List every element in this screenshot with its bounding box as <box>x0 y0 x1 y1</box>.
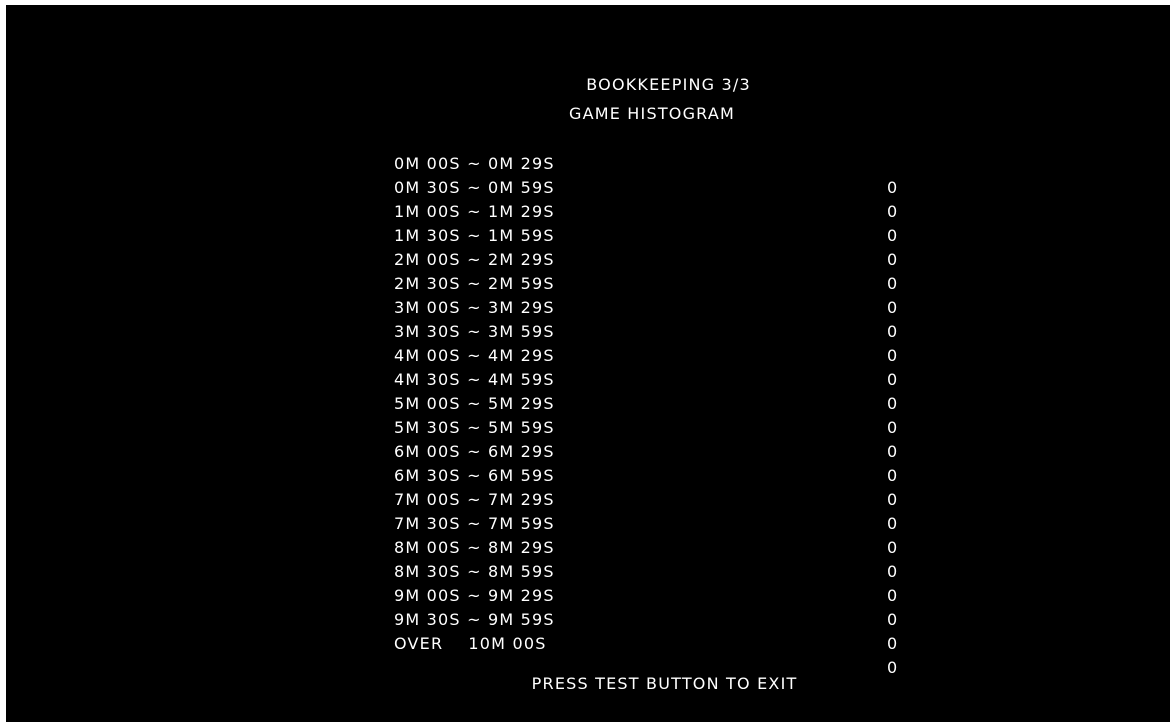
histogram-heading: GAME HISTOGRAM <box>568 104 736 123</box>
histogram-row: 2M 30S ~ 2M 59S 0 <box>394 248 904 317</box>
histogram-row: 4M 30S ~ 4M 59S 0 <box>394 344 904 413</box>
histogram-row: 1M 00S ~ 1M 29S 0 <box>394 176 904 245</box>
histogram-row: 0M 30S ~ 0M 59S 0 <box>394 152 904 221</box>
page-title: BOOKKEEPING 3/3 <box>586 75 751 94</box>
histogram-table: 0M 00S ~ 0M 29S 0 0M 30S ~ 0M 59S 0 1M 0… <box>394 128 904 677</box>
histogram-row: 9M 30S ~ 9M 59S 0 <box>394 584 904 653</box>
row-count: 0 <box>887 634 899 653</box>
histogram-row: 8M 00S ~ 8M 29S 0 <box>394 512 904 581</box>
histogram-row: 5M 00S ~ 5M 29S 0 <box>394 368 904 437</box>
histogram-row: 7M 30S ~ 7M 59S 0 <box>394 488 904 557</box>
histogram-row: 4M 00S ~ 4M 29S 0 <box>394 320 904 389</box>
histogram-row: 5M 30S ~ 5M 59S 0 <box>394 392 904 461</box>
exit-instruction-line: PRESS TEST BUTTON TO EXIT <box>6 655 1170 712</box>
exit-instruction: PRESS TEST BUTTON TO EXIT <box>531 674 798 693</box>
histogram-row: 6M 30S ~ 6M 59S 0 <box>394 440 904 509</box>
histogram-row: 3M 00S ~ 3M 29S 0 <box>394 272 904 341</box>
histogram-row: 6M 00S ~ 6M 29S 0 <box>394 416 904 485</box>
histogram-row: 9M 00S ~ 9M 29S 0 <box>394 560 904 629</box>
histogram-row: 2M 00S ~ 2M 29S 0 <box>394 224 904 293</box>
histogram-row: 3M 30S ~ 3M 59S 0 <box>394 296 904 365</box>
histogram-row: 8M 30S ~ 8M 59S 0 <box>394 536 904 605</box>
histogram-heading-line: GAME HISTOGRAM <box>6 104 1170 123</box>
histogram-row: 1M 30S ~ 1M 59S 0 <box>394 200 904 269</box>
histogram-row: 0M 00S ~ 0M 29S 0 <box>394 128 904 197</box>
histogram-row: 7M 00S ~ 7M 29S 0 <box>394 464 904 533</box>
bookkeeping-screen: BOOKKEEPING 3/3 GAME HISTOGRAM 0M 00S ~ … <box>6 5 1170 722</box>
row-range: OVER 10M 00S <box>394 634 547 653</box>
histogram-row-over: OVER 10M 00S 0 <box>394 608 904 677</box>
